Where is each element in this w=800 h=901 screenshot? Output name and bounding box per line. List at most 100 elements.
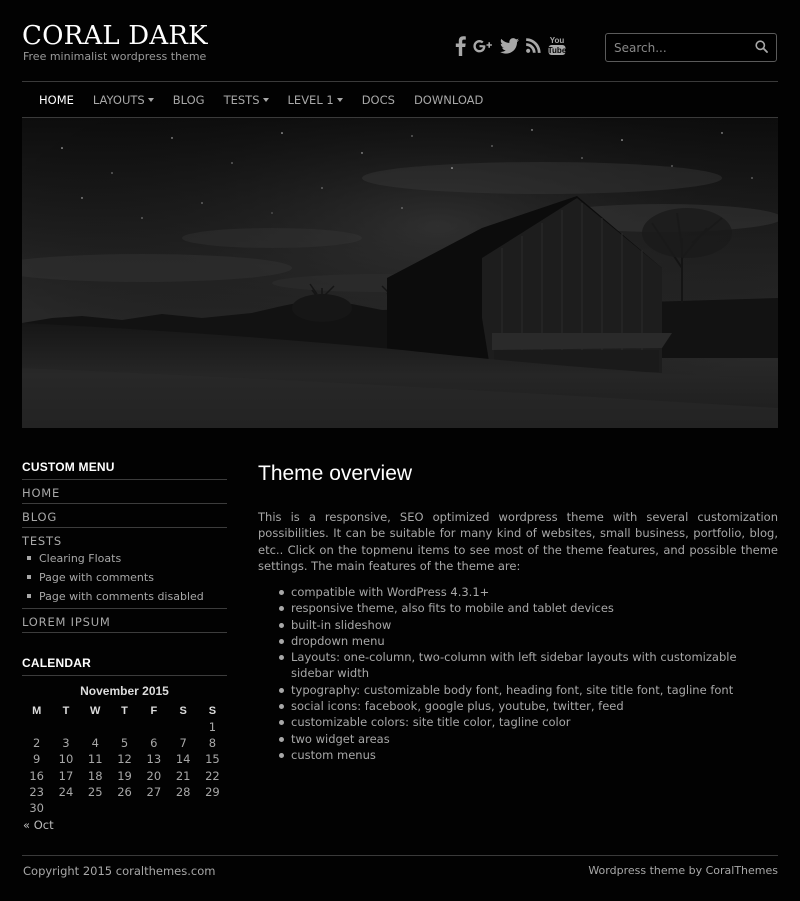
calendar-prev-month-link[interactable]: « Oct: [23, 818, 54, 832]
site-title[interactable]: CORAL DARK: [22, 20, 208, 52]
calendar-day: 24: [58, 784, 74, 799]
calendar-day: 3: [62, 736, 70, 751]
calendar-weekday: S: [179, 705, 187, 717]
calendar-day: 21: [175, 768, 191, 783]
calendar-day: 7: [179, 736, 187, 751]
nav-item-home[interactable]: HOME: [39, 93, 74, 107]
list-item: customizable colors: site title color, t…: [278, 714, 778, 730]
calendar-day: 8: [208, 736, 217, 751]
sidebar-item-home[interactable]: HOME: [22, 486, 60, 500]
calendar-weekday: T: [121, 705, 128, 717]
list-item: compatible with WordPress 4.3.1+: [278, 584, 778, 600]
calendar-day: 15: [205, 752, 220, 767]
calendar-weekday: W: [90, 705, 101, 717]
caret-down-icon: [147, 98, 154, 102]
list-item: two widget areas: [278, 731, 778, 747]
calendar-caption: November 2015: [80, 684, 169, 698]
calendar-weekday: F: [150, 705, 158, 717]
calendar-day: 30: [29, 800, 44, 815]
calendar-day: 18: [87, 768, 103, 783]
calendar-grid: M T W T F S S 1 2 3 4 5 6 7 8 9 10 11 12 13 14 15 16 17 18 19 20 21…: [22, 703, 227, 816]
google-plus-icon[interactable]: [473, 36, 493, 59]
sidebar-subitem-clearing-floats[interactable]: Clearing Floats: [27, 552, 121, 565]
calendar-empty-cell: [139, 719, 168, 735]
search-box: [605, 33, 777, 62]
page-title: Theme overview: [258, 462, 413, 485]
calendar-day: 17: [58, 768, 74, 783]
nav-item-level-1[interactable]: LEVEL 1: [288, 93, 343, 107]
twitter-icon[interactable]: [500, 37, 519, 57]
svg-text:You: You: [550, 36, 565, 45]
calendar-day: 29: [205, 784, 220, 799]
calendar-day: 12: [117, 752, 132, 767]
nav-item-blog[interactable]: BLOG: [173, 93, 205, 107]
calendar-empty-cell: [51, 719, 80, 735]
calendar-widget: November 2015 M T W T F S S 1 2 3 4 5 6 7 8 9 10 11 12 13 14…: [22, 683, 227, 816]
calendar-empty-cell: [81, 719, 110, 735]
sidebar-divider: [22, 608, 227, 609]
youtube-icon[interactable]: You Tube: [548, 35, 567, 60]
calendar-day: 22: [205, 768, 220, 783]
facebook-icon[interactable]: [455, 35, 466, 59]
footer-divider: [22, 855, 778, 856]
calendar-day: 14: [175, 752, 191, 767]
rss-icon[interactable]: [526, 38, 541, 56]
caret-down-icon: [336, 98, 343, 102]
social-icons: You Tube: [455, 35, 567, 60]
svg-text:Tube: Tube: [548, 46, 566, 55]
calendar-day: 28: [175, 784, 191, 799]
calendar-title: CALENDAR: [22, 656, 91, 670]
list-item: Layouts: one-column, two-column with lef…: [278, 649, 778, 682]
calendar-day: 23: [29, 784, 44, 799]
sidebar-divider: [22, 479, 227, 480]
calendar-empty-cell: [168, 719, 197, 735]
calendar-day: 13: [146, 752, 162, 767]
list-item: built-in slideshow: [278, 617, 778, 633]
intro-paragraph: This is a responsive, SEO optimized word…: [258, 510, 778, 573]
calendar-empty-cell: [110, 719, 139, 735]
custom-menu-title: CUSTOM MENU: [22, 460, 115, 474]
nav-item-download[interactable]: DOWNLOAD: [414, 93, 483, 107]
calendar-day: 6: [150, 736, 158, 751]
calendar-day: 16: [29, 768, 44, 783]
hero-slideshow-image: [22, 118, 778, 428]
site-tagline: Free minimalist wordpress theme: [23, 50, 207, 63]
footer-copyright: Copyright 2015 coralthemes.com: [23, 864, 216, 878]
list-item: social icons: facebook, google plus, you…: [278, 698, 778, 714]
calendar-day: 11: [87, 752, 103, 767]
sidebar-divider: [22, 527, 227, 528]
sidebar-item-blog[interactable]: BLOG: [22, 510, 57, 524]
calendar-day: 20: [146, 768, 162, 783]
calendar-day: 19: [117, 768, 132, 783]
sidebar-subitem-page-with-comments[interactable]: Page with comments: [27, 571, 154, 584]
search-icon[interactable]: [755, 40, 768, 56]
calendar-day: 25: [87, 784, 103, 799]
sidebar-item-tests[interactable]: TESTS: [22, 534, 62, 548]
list-item: dropdown menu: [278, 633, 778, 649]
main-nav: HOME LAYOUTS BLOG TESTS LEVEL 1 DOCS DOW…: [22, 84, 778, 116]
sidebar-divider: [22, 632, 227, 633]
caret-down-icon: [262, 98, 269, 102]
sidebar-subitem-page-with-comments-disabled[interactable]: Page with comments disabled: [27, 590, 204, 603]
nav-divider-top: [22, 81, 778, 82]
nav-item-layouts[interactable]: LAYOUTS: [93, 93, 154, 107]
calendar-day: 5: [120, 736, 129, 751]
nav-item-tests[interactable]: TESTS: [224, 93, 269, 107]
calendar-day: 10: [58, 752, 74, 767]
list-item: custom menus: [278, 747, 778, 763]
list-item: responsive theme, also fits to mobile an…: [278, 600, 778, 616]
nav-item-docs[interactable]: DOCS: [362, 93, 395, 107]
calendar-day: 27: [146, 784, 162, 799]
list-item: typography: customizable body font, head…: [278, 682, 778, 698]
search-input[interactable]: [606, 34, 751, 61]
calendar-day: 2: [32, 736, 41, 751]
calendar-weekday: S: [208, 705, 217, 717]
sidebar-divider: [22, 503, 227, 504]
calendar-weekday: M: [32, 705, 42, 717]
footer-credit-link[interactable]: Wordpress theme by CoralThemes: [588, 864, 778, 877]
sidebar-item-lorem-ipsum[interactable]: LOREM IPSUM: [22, 615, 111, 629]
calendar-day: 1: [208, 720, 217, 734]
calendar-day: 26: [117, 784, 132, 799]
sidebar-divider: [22, 675, 227, 676]
feature-list: compatible with WordPress 4.3.1+ respons…: [278, 584, 778, 763]
